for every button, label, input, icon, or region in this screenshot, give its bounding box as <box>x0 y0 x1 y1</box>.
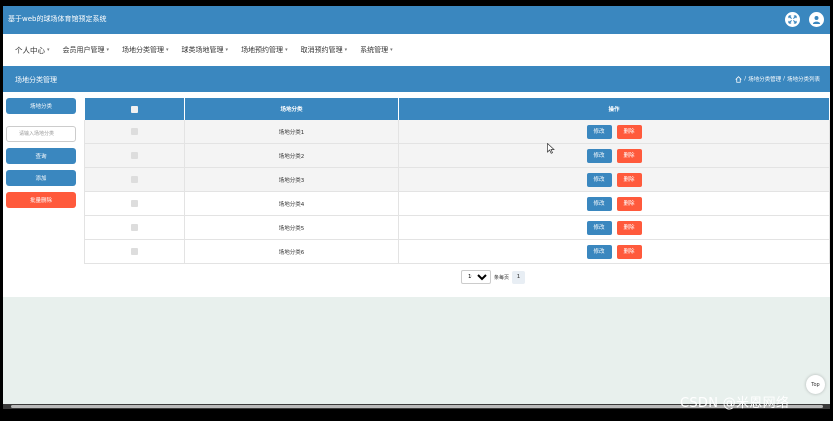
chevron-down-icon: ▾ <box>390 47 393 53</box>
select-all-checkbox[interactable] <box>130 105 138 113</box>
query-button[interactable]: 查询 <box>6 148 76 164</box>
category-cell: 场地分类2 <box>184 143 399 168</box>
page-size-label: 条每页 <box>494 274 510 281</box>
table-row: 场地分类1 修改 删除 <box>84 120 830 144</box>
menu-item-label: 球类场地管理 <box>181 46 224 54</box>
menu-item-venue-category[interactable]: 场地分类管理 ▾ <box>122 45 169 55</box>
chevron-down-icon: ▾ <box>344 47 348 53</box>
menu-item-system[interactable]: 系统管理 ▾ <box>360 45 393 55</box>
menu-item-label: 场地预约管理 <box>241 46 284 54</box>
table-header-row: 场地分类 操作 <box>84 98 830 120</box>
menu-item-label: 场地分类管理 <box>122 46 165 54</box>
menu-item-label: 会员用户管理 <box>62 46 105 54</box>
user-avatar-icon[interactable] <box>809 12 824 27</box>
menu-item-ball-venues[interactable]: 球类场地管理 ▾ <box>182 45 229 55</box>
category-cell: 场地分类6 <box>184 239 399 264</box>
breadcrumb-item-current: 场地分类列表 <box>786 77 820 83</box>
page-size-select[interactable]: 10 <box>461 270 491 284</box>
chevron-down-icon: ▾ <box>47 47 50 53</box>
menu-item-members[interactable]: 会员用户管理 ▾ <box>63 45 110 55</box>
fullscreen-icon[interactable] <box>785 12 800 27</box>
delete-button[interactable]: 删除 <box>616 196 642 211</box>
watermark: CSDN @米恩网络 <box>680 396 790 411</box>
delete-button[interactable]: 删除 <box>616 172 642 187</box>
breadcrumb: / 场地分类管理 / 场地分类列表 <box>735 75 820 83</box>
table-row: 场地分类2 修改 删除 <box>84 143 830 168</box>
edit-button[interactable]: 修改 <box>586 148 612 163</box>
top-bar: 基于web的球场体育馆预定系统 <box>3 6 830 34</box>
breadcrumb-item[interactable]: 场地分类管理 <box>748 75 781 83</box>
chevron-down-icon: ▾ <box>285 47 288 53</box>
breadcrumb-separator: / <box>744 76 747 82</box>
menu-item-reservations[interactable]: 场地预约管理 ▾ <box>241 45 288 55</box>
page-number-button[interactable]: 1 <box>512 270 526 284</box>
back-to-top-button[interactable]: Top <box>806 375 825 394</box>
category-cell: 场地分类1 <box>184 120 399 144</box>
chevron-down-icon: ▾ <box>225 47 229 53</box>
menu-item-label: 个人中心 <box>15 45 45 55</box>
column-header-category: 场地分类 <box>184 98 399 120</box>
chevron-down-icon: ▾ <box>106 47 110 53</box>
row-checkbox[interactable] <box>131 128 138 135</box>
table-row: 场地分类3 修改 删除 <box>84 167 830 192</box>
row-checkbox[interactable] <box>131 176 138 183</box>
table-row: 场地分类4 修改 删除 <box>84 191 830 216</box>
delete-button[interactable]: 删除 <box>616 124 642 139</box>
edit-button[interactable]: 修改 <box>586 244 612 259</box>
add-button[interactable]: 添加 <box>6 170 76 186</box>
app-title: 基于web的球场体育馆预定系统 <box>8 15 107 23</box>
menu-item-label: 取消预约管理 <box>300 46 343 54</box>
pagination: 10 条每页 1 <box>461 270 526 284</box>
user-icon <box>812 15 821 24</box>
delete-button[interactable]: 删除 <box>616 148 642 163</box>
filter-label: 场地分类 <box>6 98 76 114</box>
page-title: 场地分类管理 <box>15 76 57 84</box>
row-checkbox[interactable] <box>131 200 138 207</box>
menu-item-profile[interactable]: 个人中心 ▾ <box>15 45 50 56</box>
table-row: 场地分类5 修改 删除 <box>84 215 830 240</box>
table-row: 场地分类6 修改 删除 <box>84 239 830 264</box>
expand-icon <box>788 15 797 24</box>
page-header: 场地分类管理 / 场地分类管理 / 场地分类列表 <box>3 66 830 92</box>
delete-button[interactable]: 删除 <box>616 220 642 235</box>
category-cell: 场地分类4 <box>184 191 399 216</box>
column-header-actions: 操作 <box>398 98 830 120</box>
main-menu: 个人中心 ▾ 会员用户管理 ▾ 场地分类管理 ▾ 球类场地管理 ▾ 场地预约管理 ▾ 取消… <box>3 34 830 66</box>
row-checkbox[interactable] <box>131 224 138 231</box>
batch-delete-button[interactable]: 批量删除 <box>6 192 76 208</box>
category-table: 场地分类 操作 场地分类1 修改 删除 场地分类2 修改 删除 场地分类3 修改… <box>84 98 830 264</box>
category-cell: 场地分类5 <box>184 215 399 240</box>
app-window: 基于web的球场体育馆预定系统 个人中心 ▾ 会员用户管理 ▾ 场地分类管理 ▾ 球类… <box>3 6 830 408</box>
home-icon[interactable] <box>735 75 742 83</box>
edit-button[interactable]: 修改 <box>586 196 612 211</box>
menu-item-cancellations[interactable]: 取消预约管理 ▾ <box>301 45 348 55</box>
edit-button[interactable]: 修改 <box>586 172 612 187</box>
row-checkbox[interactable] <box>131 248 138 255</box>
menu-item-label: 系统管理 <box>360 46 389 54</box>
delete-button[interactable]: 删除 <box>616 244 642 259</box>
edit-button[interactable]: 修改 <box>586 220 612 235</box>
breadcrumb-separator: / <box>783 76 785 82</box>
chevron-down-icon: ▾ <box>166 47 169 53</box>
filter-panel: 场地分类 查询 添加 批量删除 <box>6 98 76 214</box>
select-all-header <box>84 98 185 120</box>
edit-button[interactable]: 修改 <box>586 124 612 139</box>
mouse-cursor-icon <box>547 143 555 154</box>
category-cell: 场地分类3 <box>184 167 399 192</box>
search-input[interactable] <box>6 126 76 142</box>
row-checkbox[interactable] <box>131 152 138 159</box>
